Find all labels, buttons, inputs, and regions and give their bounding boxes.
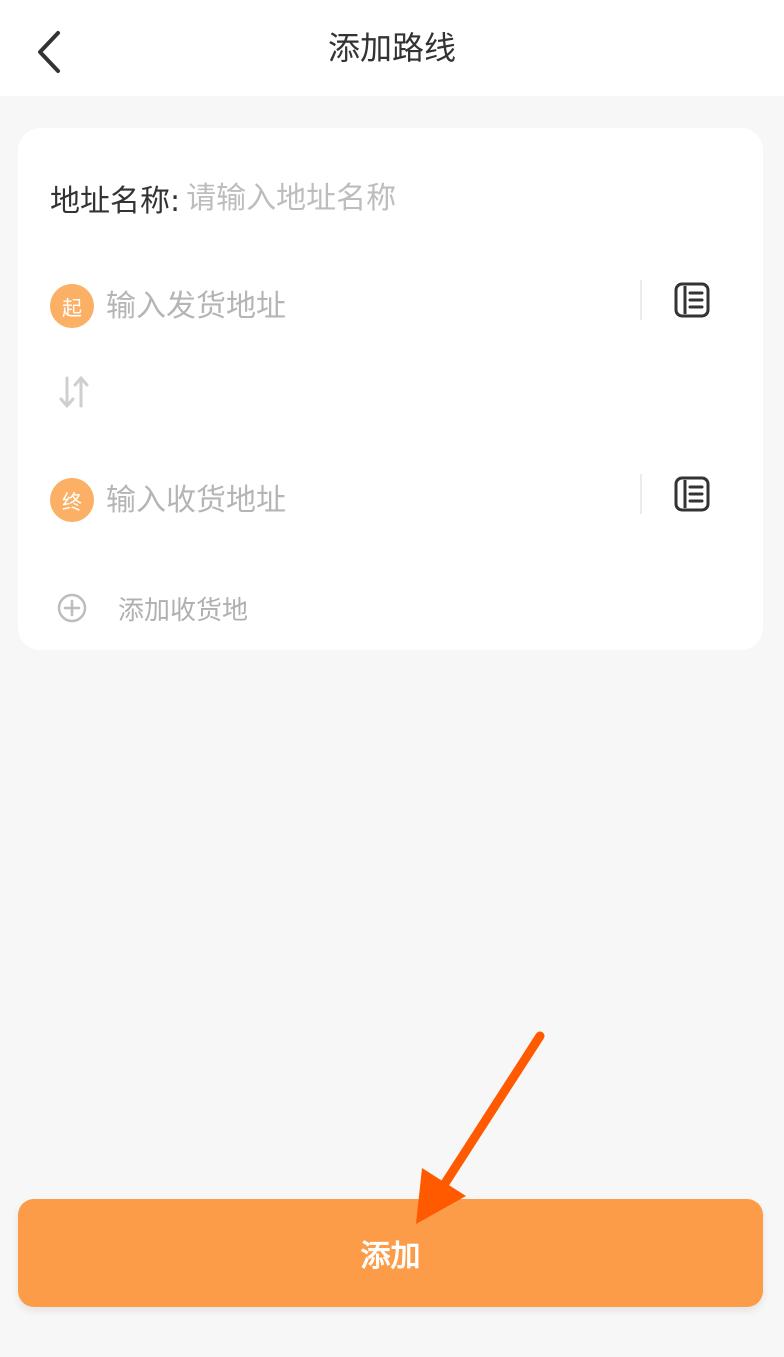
address-book-icon bbox=[674, 476, 710, 512]
swap-addresses-button[interactable] bbox=[56, 372, 92, 412]
end-address-book-button[interactable] bbox=[662, 470, 722, 518]
address-name-input[interactable] bbox=[186, 180, 607, 216]
end-address-input[interactable] bbox=[106, 482, 606, 518]
address-book-icon bbox=[674, 282, 710, 318]
top-bar: 添加路线 bbox=[0, 0, 784, 96]
page-title: 添加路线 bbox=[327, 29, 456, 67]
end-address-row: 终 bbox=[50, 470, 730, 530]
start-badge: 起 bbox=[50, 284, 94, 328]
address-name-row: 地址名称: bbox=[50, 176, 607, 220]
divider bbox=[640, 280, 642, 320]
end-badge: 终 bbox=[50, 478, 94, 522]
plus-circle-icon bbox=[57, 593, 87, 623]
add-destination-button[interactable]: 添加收货地 bbox=[56, 588, 248, 628]
add-button-label: 添加 bbox=[360, 1239, 421, 1274]
route-form-card: 地址名称: 起 bbox=[18, 128, 763, 650]
add-route-page: 添加路线 地址名称: 起 bbox=[0, 0, 784, 1357]
add-button[interactable]: 添加 bbox=[18, 1199, 763, 1307]
swap-vertical-icon bbox=[59, 376, 89, 408]
start-address-input[interactable] bbox=[106, 288, 606, 324]
start-address-row: 起 bbox=[50, 276, 730, 336]
start-address-book-button[interactable] bbox=[662, 276, 722, 324]
address-name-label: 地址名称: bbox=[50, 184, 181, 219]
add-destination-label: 添加收货地 bbox=[118, 595, 249, 626]
divider bbox=[640, 474, 642, 514]
